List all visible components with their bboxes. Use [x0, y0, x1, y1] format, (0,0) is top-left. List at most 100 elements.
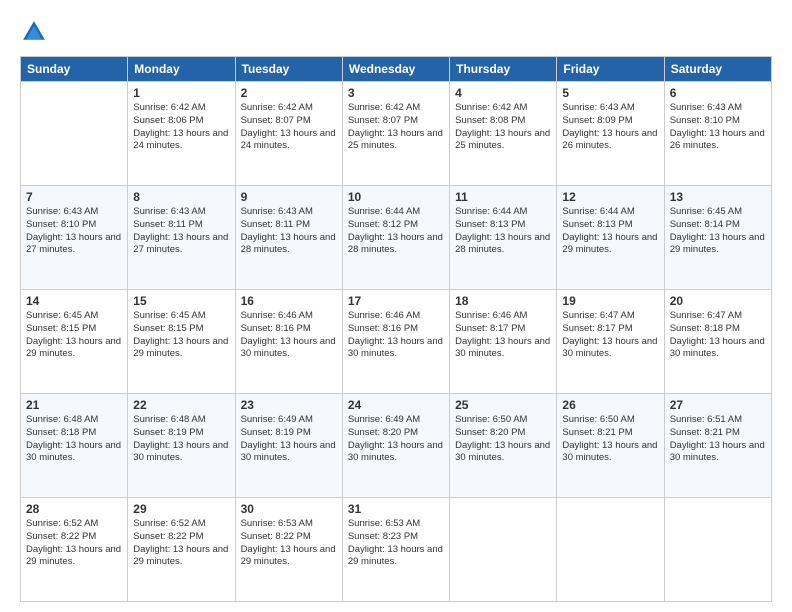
calendar-header-sunday: Sunday	[21, 57, 128, 82]
calendar-cell: 13 Sunrise: 6:45 AM Sunset: 8:14 PM Dayli…	[664, 186, 771, 290]
calendar-cell: 2Sunrise: 6:42 AM Sunset: 8:07 PM Daylig…	[235, 82, 342, 186]
calendar-cell: 23Sunrise: 6:49 AM Sunset: 8:19 PM Dayli…	[235, 394, 342, 498]
cell-content: Sunrise: 6:47 AM Sunset: 8:17 PM Dayligh…	[562, 310, 658, 361]
day-number: 7	[26, 190, 122, 204]
day-number: 8	[133, 190, 229, 204]
calendar-header-friday: Friday	[557, 57, 664, 82]
logo	[20, 18, 52, 46]
calendar-cell: 3 Sunrise: 6:42 AM Sunset: 8:07 PM Daylig…	[342, 82, 449, 186]
calendar-cell	[21, 82, 128, 186]
cell-content: Sunrise: 6:42 AM Sunset: 8:08 PM Dayligh…	[455, 102, 551, 153]
calendar-cell	[450, 498, 557, 602]
cell-content: Sunrise: 6:53 AM Sunset: 8:22 PM Dayligh…	[241, 518, 337, 569]
calendar-cell: 8 Sunrise: 6:43 AM Sunset: 8:11 PM Daylig…	[128, 186, 235, 290]
cell-content: Sunrise: 6:48 AM Sunset: 8:19 PM Dayligh…	[133, 414, 229, 465]
calendar-week-2: 7 Sunrise: 6:43 AM Sunset: 8:10 PM Daylig…	[21, 186, 772, 290]
day-number: 4	[455, 86, 551, 100]
day-number: 14	[26, 294, 122, 308]
calendar-week-3: 14 Sunrise: 6:45 AM Sunset: 8:15 PM Dayli…	[21, 290, 772, 394]
day-number: 25	[455, 398, 551, 412]
day-number: 11	[455, 190, 551, 204]
cell-content: Sunrise: 6:43 AM Sunset: 8:10 PM Dayligh…	[26, 206, 122, 257]
calendar-table: SundayMondayTuesdayWednesdayThursdayFrid…	[20, 56, 772, 602]
calendar-cell: 12 Sunrise: 6:44 AM Sunset: 8:13 PM Dayli…	[557, 186, 664, 290]
cell-content: Sunrise: 6:43 AM Sunset: 8:11 PM Dayligh…	[241, 206, 337, 257]
day-number: 5	[562, 86, 658, 100]
cell-content: Sunrise: 6:43 AM Sunset: 8:09 PM Dayligh…	[562, 102, 658, 153]
cell-content: Sunrise: 6:50 AM Sunset: 8:20 PM Dayligh…	[455, 414, 551, 465]
calendar-week-1: 1Sunrise: 6:42 AM Sunset: 8:06 PM Daylig…	[21, 82, 772, 186]
calendar-cell: 14Sunrise: 6:45 AM Sunset: 8:15 PM Dayli…	[21, 290, 128, 394]
calendar-cell	[557, 498, 664, 602]
calendar-header-monday: Monday	[128, 57, 235, 82]
cell-content: Sunrise: 6:53 AM Sunset: 8:23 PM Dayligh…	[348, 518, 444, 569]
calendar-cell: 5 Sunrise: 6:43 AM Sunset: 8:09 PM Daylig…	[557, 82, 664, 186]
day-number: 28	[26, 502, 122, 516]
cell-content: Sunrise: 6:47 AM Sunset: 8:18 PM Dayligh…	[670, 310, 766, 361]
day-number: 3	[348, 86, 444, 100]
calendar-cell: 18 Sunrise: 6:46 AM Sunset: 8:17 PM Dayli…	[450, 290, 557, 394]
cell-content: Sunrise: 6:45 AM Sunset: 8:15 PM Dayligh…	[133, 310, 229, 361]
day-number: 12	[562, 190, 658, 204]
cell-content: Sunrise: 6:44 AM Sunset: 8:13 PM Dayligh…	[562, 206, 658, 257]
calendar-cell: 7 Sunrise: 6:43 AM Sunset: 8:10 PM Daylig…	[21, 186, 128, 290]
calendar-cell: 25 Sunrise: 6:50 AM Sunset: 8:20 PM Dayli…	[450, 394, 557, 498]
cell-content: Sunrise: 6:43 AM Sunset: 8:11 PM Dayligh…	[133, 206, 229, 257]
day-number: 18	[455, 294, 551, 308]
calendar-cell: 16 Sunrise: 6:46 AM Sunset: 8:16 PM Dayli…	[235, 290, 342, 394]
day-number: 17	[348, 294, 444, 308]
calendar-cell: 29Sunrise: 6:52 AM Sunset: 8:22 PM Dayli…	[128, 498, 235, 602]
day-number: 24	[348, 398, 444, 412]
calendar-cell: 22 Sunrise: 6:48 AM Sunset: 8:19 PM Dayli…	[128, 394, 235, 498]
cell-content: Sunrise: 6:42 AM Sunset: 8:07 PM Dayligh…	[348, 102, 444, 153]
calendar-cell: 21Sunrise: 6:48 AM Sunset: 8:18 PM Dayli…	[21, 394, 128, 498]
calendar-cell: 17 Sunrise: 6:46 AM Sunset: 8:16 PM Dayli…	[342, 290, 449, 394]
header	[20, 18, 772, 46]
calendar-cell: 9 Sunrise: 6:43 AM Sunset: 8:11 PM Daylig…	[235, 186, 342, 290]
cell-content: Sunrise: 6:46 AM Sunset: 8:17 PM Dayligh…	[455, 310, 551, 361]
cell-content: Sunrise: 6:44 AM Sunset: 8:13 PM Dayligh…	[455, 206, 551, 257]
day-number: 30	[241, 502, 337, 516]
calendar-cell: 11 Sunrise: 6:44 AM Sunset: 8:13 PM Dayli…	[450, 186, 557, 290]
calendar-cell: 26 Sunrise: 6:50 AM Sunset: 8:21 PM Dayli…	[557, 394, 664, 498]
calendar-week-4: 21Sunrise: 6:48 AM Sunset: 8:18 PM Dayli…	[21, 394, 772, 498]
cell-content: Sunrise: 6:45 AM Sunset: 8:14 PM Dayligh…	[670, 206, 766, 257]
cell-content: Sunrise: 6:52 AM Sunset: 8:22 PM Dayligh…	[133, 518, 229, 569]
calendar-week-5: 28 Sunrise: 6:52 AM Sunset: 8:22 PM Dayli…	[21, 498, 772, 602]
day-number: 16	[241, 294, 337, 308]
day-number: 2	[241, 86, 337, 100]
day-number: 26	[562, 398, 658, 412]
cell-content: Sunrise: 6:50 AM Sunset: 8:21 PM Dayligh…	[562, 414, 658, 465]
day-number: 27	[670, 398, 766, 412]
cell-content: Sunrise: 6:46 AM Sunset: 8:16 PM Dayligh…	[348, 310, 444, 361]
calendar-cell: 15 Sunrise: 6:45 AM Sunset: 8:15 PM Dayli…	[128, 290, 235, 394]
day-number: 1	[133, 86, 229, 100]
day-number: 19	[562, 294, 658, 308]
calendar-cell: 28 Sunrise: 6:52 AM Sunset: 8:22 PM Dayli…	[21, 498, 128, 602]
calendar-cell: 6Sunrise: 6:43 AM Sunset: 8:10 PM Daylig…	[664, 82, 771, 186]
day-number: 23	[241, 398, 337, 412]
day-number: 13	[670, 190, 766, 204]
calendar-cell: 10Sunrise: 6:44 AM Sunset: 8:12 PM Dayli…	[342, 186, 449, 290]
cell-content: Sunrise: 6:51 AM Sunset: 8:21 PM Dayligh…	[670, 414, 766, 465]
calendar-cell: 19 Sunrise: 6:47 AM Sunset: 8:17 PM Dayli…	[557, 290, 664, 394]
day-number: 22	[133, 398, 229, 412]
day-number: 20	[670, 294, 766, 308]
day-number: 15	[133, 294, 229, 308]
calendar-header-wednesday: Wednesday	[342, 57, 449, 82]
day-number: 9	[241, 190, 337, 204]
calendar-cell: 31 Sunrise: 6:53 AM Sunset: 8:23 PM Dayli…	[342, 498, 449, 602]
cell-content: Sunrise: 6:46 AM Sunset: 8:16 PM Dayligh…	[241, 310, 337, 361]
day-number: 10	[348, 190, 444, 204]
calendar-cell: 1Sunrise: 6:42 AM Sunset: 8:06 PM Daylig…	[128, 82, 235, 186]
cell-content: Sunrise: 6:52 AM Sunset: 8:22 PM Dayligh…	[26, 518, 122, 569]
calendar-cell	[664, 498, 771, 602]
calendar-header-saturday: Saturday	[664, 57, 771, 82]
calendar-cell: 30 Sunrise: 6:53 AM Sunset: 8:22 PM Dayli…	[235, 498, 342, 602]
calendar-cell: 20 Sunrise: 6:47 AM Sunset: 8:18 PM Dayli…	[664, 290, 771, 394]
calendar-cell: 24Sunrise: 6:49 AM Sunset: 8:20 PM Dayli…	[342, 394, 449, 498]
calendar-header-row: SundayMondayTuesdayWednesdayThursdayFrid…	[21, 57, 772, 82]
cell-content: Sunrise: 6:48 AM Sunset: 8:18 PM Dayligh…	[26, 414, 122, 465]
day-number: 31	[348, 502, 444, 516]
page: SundayMondayTuesdayWednesdayThursdayFrid…	[0, 0, 792, 612]
